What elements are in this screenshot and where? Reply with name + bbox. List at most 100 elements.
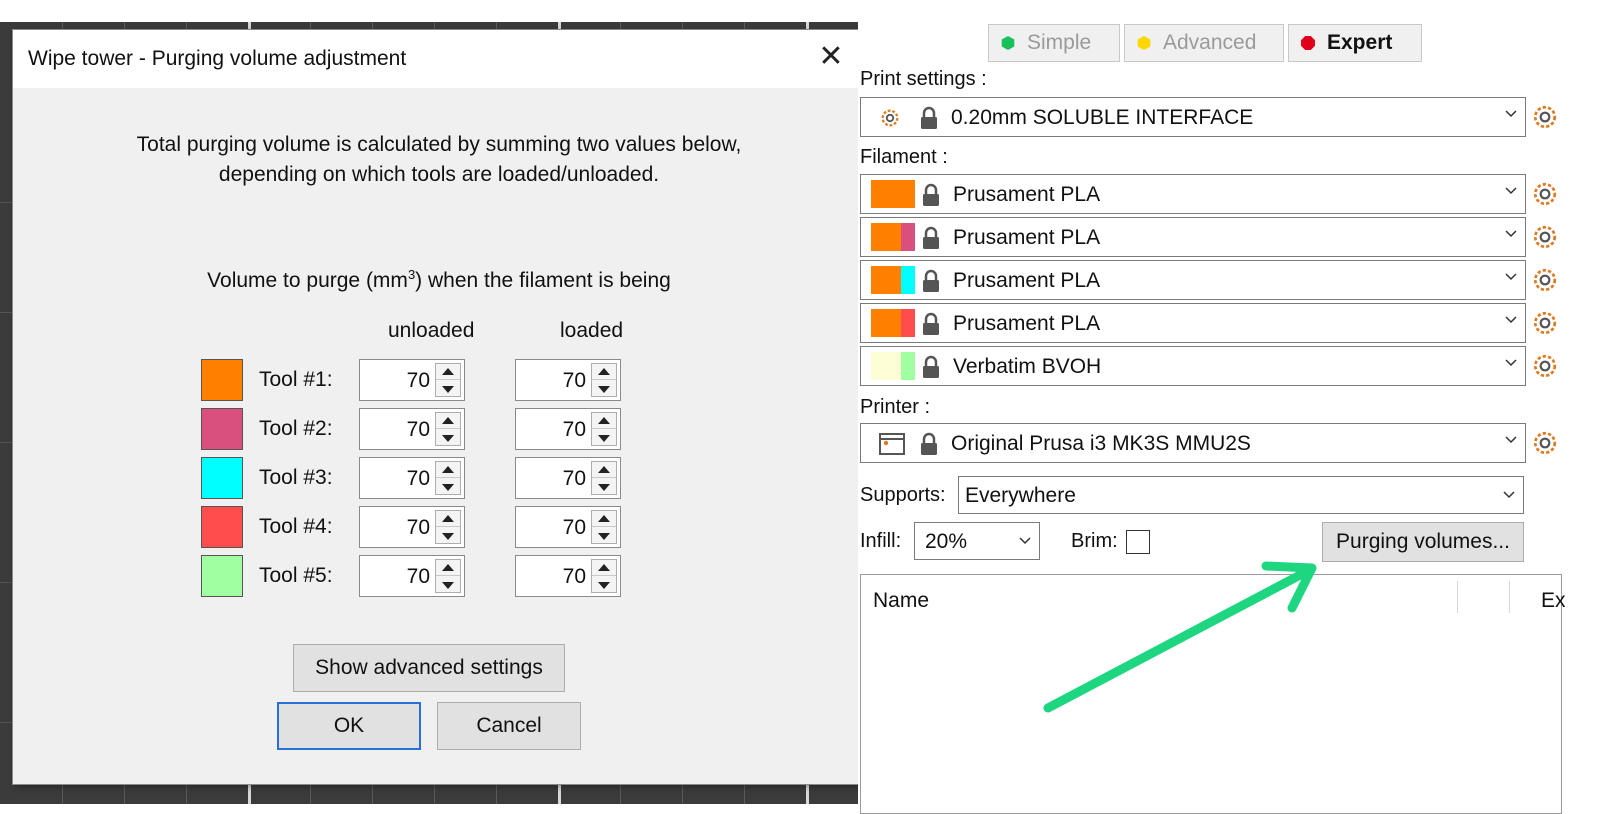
- unloaded-column-header: unloaded: [388, 319, 475, 342]
- supports-combo[interactable]: Everywhere: [958, 476, 1524, 514]
- purging-volume-dialog: Wipe tower - Purging volume adjustment ✕…: [12, 29, 864, 785]
- loaded-volume-spinbox[interactable]: 70: [515, 506, 621, 548]
- spin-value: 70: [562, 565, 586, 588]
- spin-down-icon[interactable]: [436, 479, 460, 495]
- tool-color-swatch: [201, 457, 243, 499]
- printer-label: Printer :: [860, 396, 931, 418]
- column-separator: [1509, 581, 1510, 613]
- spin-arrows: [591, 461, 617, 495]
- infill-value: 20%: [925, 530, 968, 553]
- purging-volumes-button[interactable]: Purging volumes...: [1322, 522, 1524, 562]
- spin-arrows: [435, 559, 461, 593]
- spin-down-icon[interactable]: [592, 479, 616, 495]
- tool-color-swatch: [201, 506, 243, 548]
- spin-down-icon[interactable]: [592, 430, 616, 446]
- chevron-down-icon: [1505, 273, 1517, 281]
- infill-combo[interactable]: 20%: [914, 522, 1040, 560]
- filament-name: Prusament PLA: [953, 226, 1101, 249]
- tool-label: Tool #1:: [259, 368, 333, 391]
- spin-arrows: [435, 363, 461, 397]
- print-settings-combo[interactable]: 0.20mm SOLUBLE INTERFACE: [860, 97, 1526, 137]
- filament-gear-icon[interactable]: [1532, 181, 1558, 207]
- description-line-1: Total purging volume is calculated by su…: [136, 133, 742, 156]
- filament-color-swatch: [871, 180, 901, 208]
- loaded-volume-spinbox[interactable]: 70: [515, 359, 621, 401]
- filament-gear-icon[interactable]: [1532, 267, 1558, 293]
- filament-gear-icon[interactable]: [1532, 224, 1558, 250]
- spin-down-icon[interactable]: [436, 528, 460, 544]
- filament-color-swatch: [871, 352, 901, 380]
- loaded-volume-spinbox[interactable]: 70: [515, 408, 621, 450]
- filament-combo[interactable]: Verbatim BVOH: [860, 346, 1526, 386]
- chevron-down-icon: [1505, 110, 1517, 118]
- dialog-titlebar: Wipe tower - Purging volume adjustment ✕: [13, 30, 863, 88]
- supports-label: Supports:: [860, 484, 946, 506]
- spin-down-icon[interactable]: [592, 528, 616, 544]
- spin-value: 70: [406, 565, 430, 588]
- lock-icon: [921, 432, 937, 455]
- spin-up-icon[interactable]: [592, 511, 616, 527]
- unloaded-volume-spinbox[interactable]: 70: [359, 555, 465, 597]
- loaded-volume-spinbox[interactable]: 70: [515, 457, 621, 499]
- mode-advanced-button[interactable]: Advanced: [1124, 24, 1284, 62]
- filament-combo[interactable]: Prusament PLA: [860, 260, 1526, 300]
- unloaded-volume-spinbox[interactable]: 70: [359, 359, 465, 401]
- spin-up-icon[interactable]: [436, 364, 460, 380]
- infill-label: Infill:: [860, 530, 902, 552]
- brim-label: Brim:: [1071, 530, 1118, 552]
- spin-up-icon[interactable]: [592, 560, 616, 576]
- filament-combo[interactable]: Prusament PLA: [860, 217, 1526, 257]
- print-profile-value: 0.20mm SOLUBLE INTERFACE: [951, 106, 1254, 129]
- close-icon[interactable]: ✕: [813, 40, 849, 76]
- lock-icon: [923, 312, 939, 335]
- loaded-volume-spinbox[interactable]: 70: [515, 555, 621, 597]
- object-list[interactable]: Name Ex: [860, 574, 1566, 814]
- object-list-name-header[interactable]: Name: [873, 589, 929, 613]
- chevron-down-icon: [1505, 436, 1517, 444]
- spin-down-icon[interactable]: [436, 381, 460, 397]
- unloaded-volume-spinbox[interactable]: 70: [359, 457, 465, 499]
- mode-simple-button[interactable]: Simple: [988, 24, 1120, 62]
- spin-up-icon[interactable]: [436, 462, 460, 478]
- filament-gear-icon[interactable]: [1532, 310, 1558, 336]
- spin-down-icon[interactable]: [592, 381, 616, 397]
- chevron-down-icon: [1019, 537, 1031, 545]
- print-settings-gear-icon[interactable]: [1532, 104, 1558, 130]
- column-separator: [1457, 581, 1458, 613]
- spin-up-icon[interactable]: [436, 511, 460, 527]
- spin-up-icon[interactable]: [436, 413, 460, 429]
- unloaded-volume-spinbox[interactable]: 70: [359, 506, 465, 548]
- spin-up-icon[interactable]: [592, 413, 616, 429]
- filament-combo[interactable]: Prusament PLA: [860, 174, 1526, 214]
- spin-up-icon[interactable]: [592, 462, 616, 478]
- unloaded-volume-spinbox[interactable]: 70: [359, 408, 465, 450]
- filament-name: Prusament PLA: [953, 269, 1101, 292]
- gear-icon: [881, 109, 899, 127]
- cancel-button[interactable]: Cancel: [437, 702, 581, 750]
- spin-up-icon[interactable]: [592, 364, 616, 380]
- lock-icon: [923, 226, 939, 249]
- spin-up-icon[interactable]: [436, 560, 460, 576]
- printer-combo[interactable]: Original Prusa i3 MK3S MMU2S: [860, 423, 1526, 463]
- spin-down-icon[interactable]: [436, 577, 460, 593]
- brim-checkbox[interactable]: [1126, 530, 1150, 554]
- chevron-down-icon: [1503, 491, 1515, 499]
- simple-mode-icon: [1001, 36, 1015, 50]
- tool-color-swatch: [201, 359, 243, 401]
- print-settings-label: Print settings :: [860, 68, 987, 90]
- chevron-down-icon: [1505, 230, 1517, 238]
- spin-down-icon[interactable]: [592, 577, 616, 593]
- ok-button[interactable]: OK: [277, 702, 421, 750]
- filament-combo[interactable]: Prusament PLA: [860, 303, 1526, 343]
- spin-down-icon[interactable]: [436, 430, 460, 446]
- printer-profile-value: Original Prusa i3 MK3S MMU2S: [951, 432, 1251, 455]
- tool-row: Tool #1: 70 70: [13, 359, 865, 403]
- show-advanced-settings-button[interactable]: Show advanced settings: [293, 644, 565, 692]
- mode-expert-label: Expert: [1327, 31, 1393, 54]
- mode-expert-button[interactable]: Expert: [1288, 24, 1422, 62]
- chevron-down-icon: [1505, 316, 1517, 324]
- tool-label: Tool #2:: [259, 417, 333, 440]
- printer-gear-icon[interactable]: [1532, 430, 1558, 456]
- object-list-extruder-header[interactable]: Ex: [1541, 589, 1566, 613]
- filament-gear-icon[interactable]: [1532, 353, 1558, 379]
